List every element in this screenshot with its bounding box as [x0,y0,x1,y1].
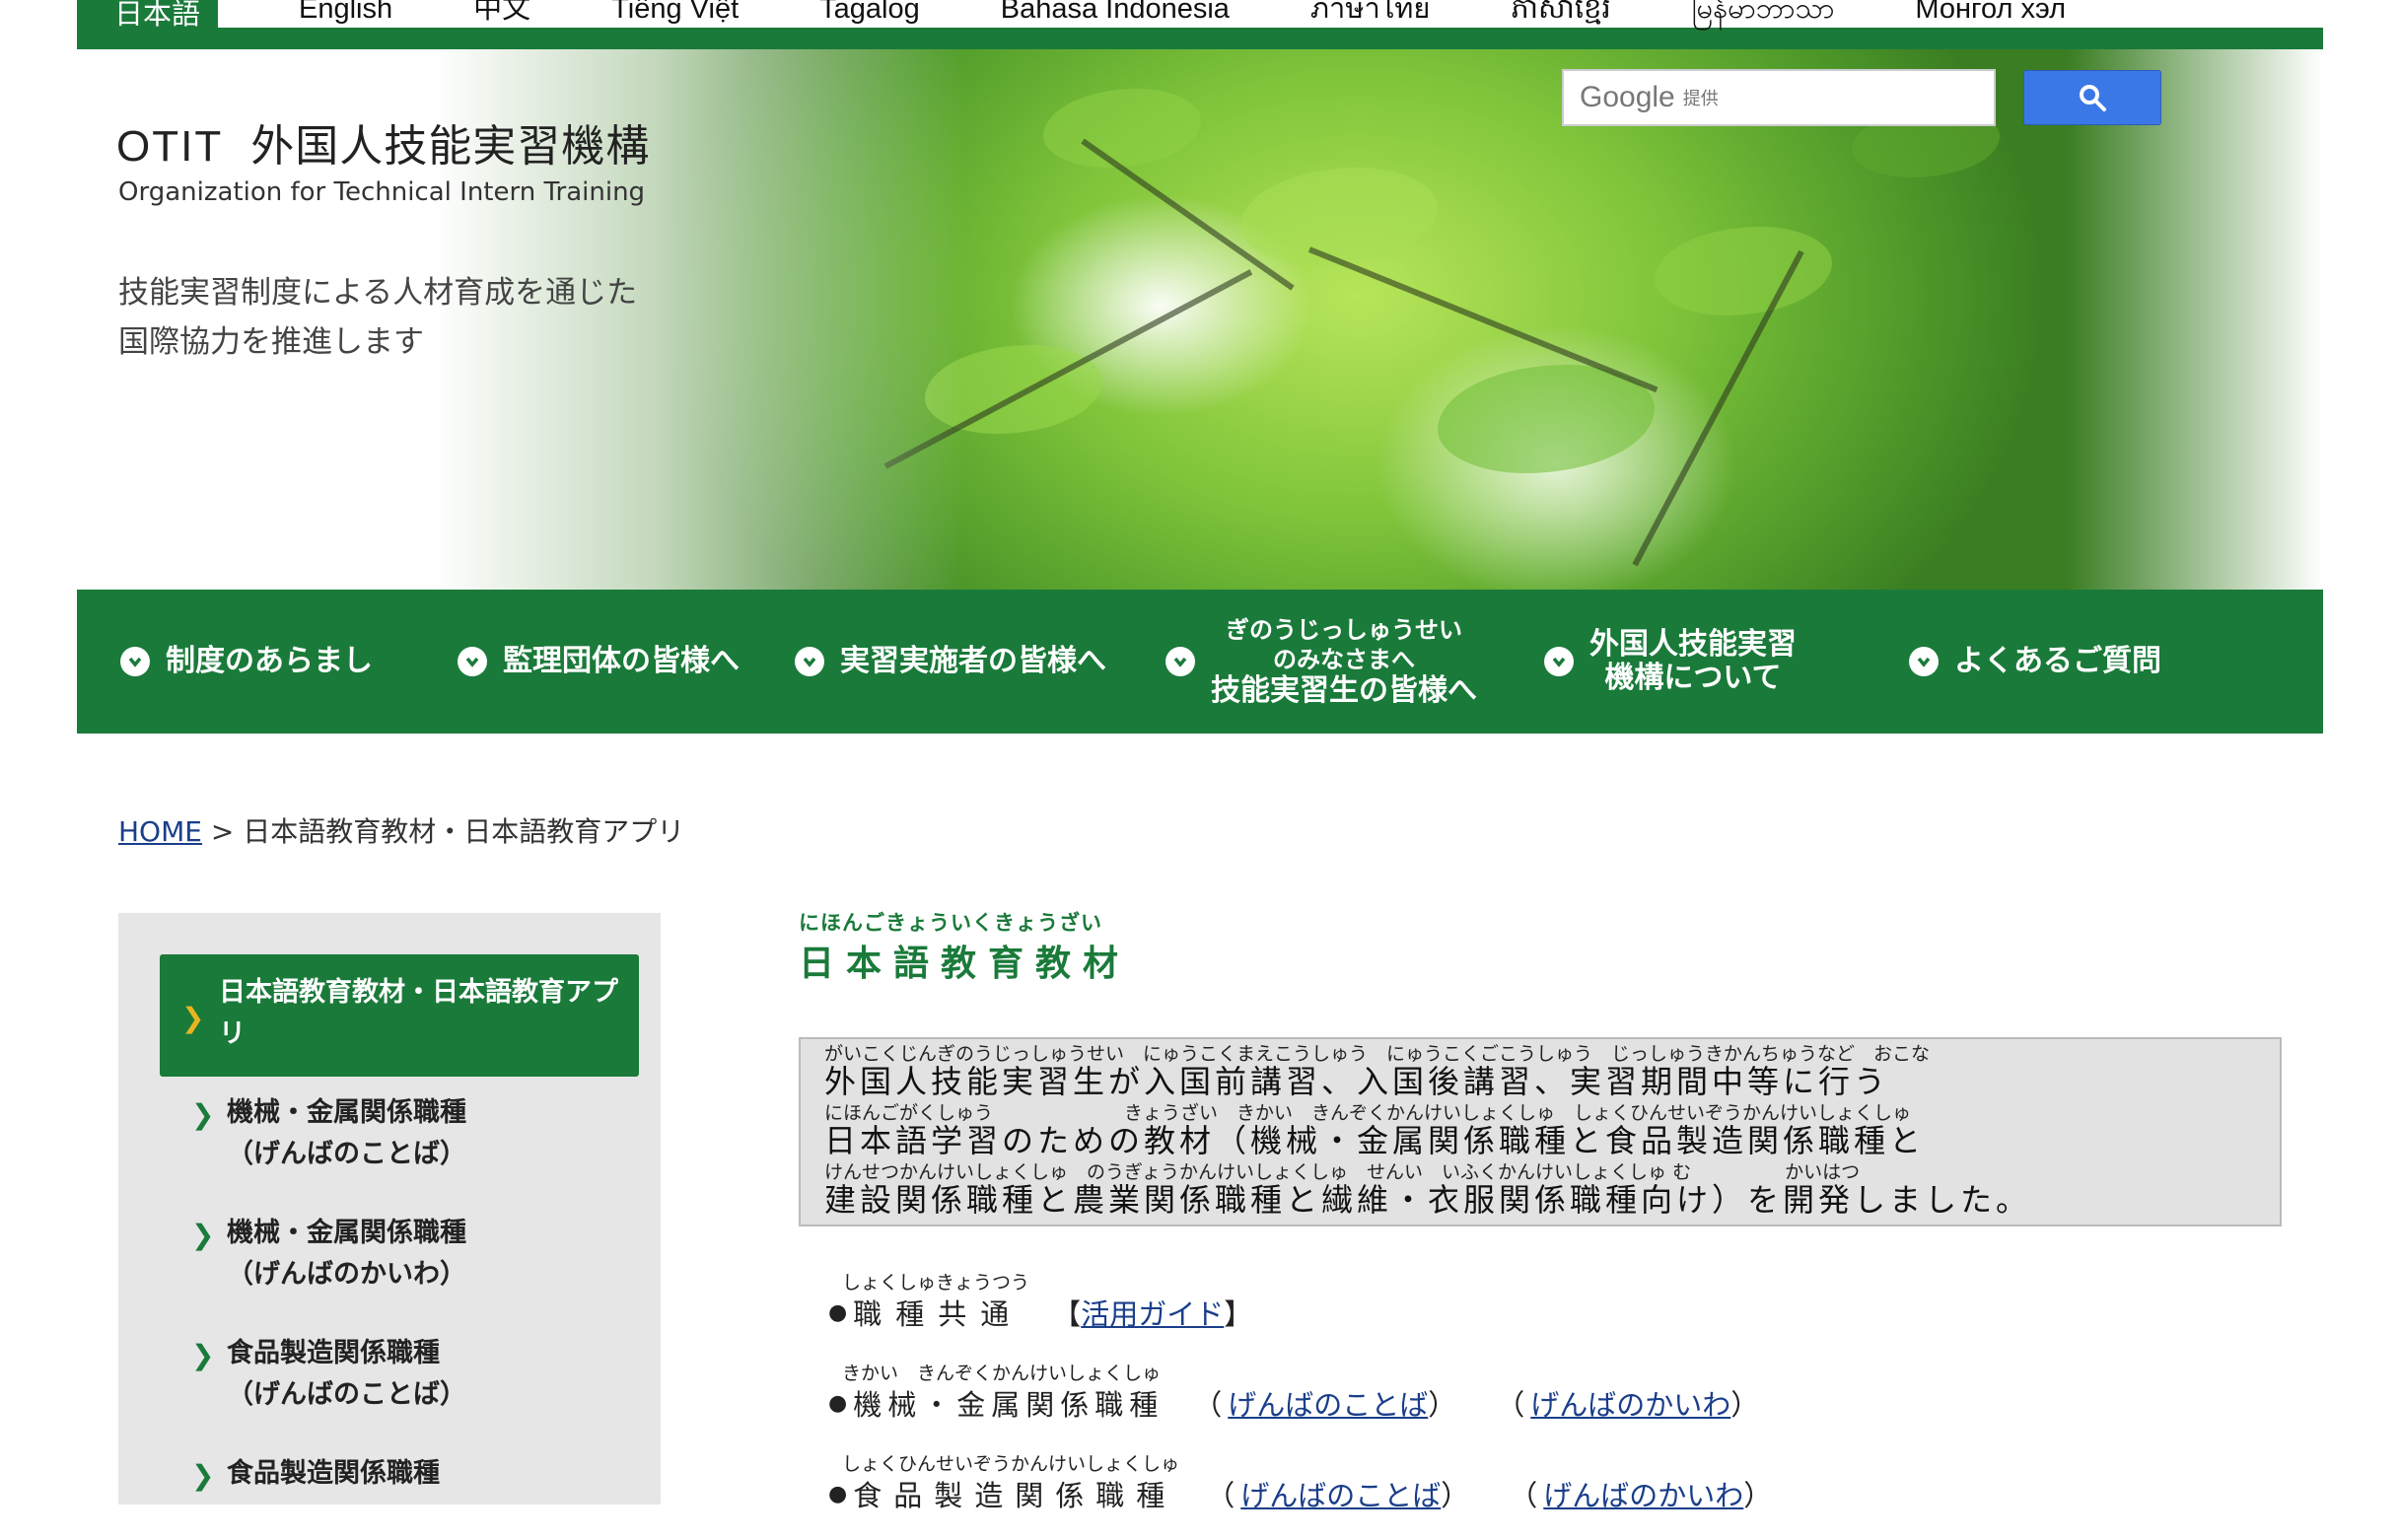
lang-japanese[interactable]: 日本語 [77,0,219,35]
sidebar-item-active[interactable]: ❯ 日本語教育教材・日本語教育アプ リ [160,954,639,1077]
chevron-right-icon: ❯ [181,1002,205,1034]
chevron-down-circle-icon [1165,647,1195,676]
lang-vietnamese[interactable]: Tiếng Việt [611,0,739,24]
nav-trainees[interactable]: ぎのうじっしゅうせい のみなさまへ 技能実習生の皆様へ [1165,590,1477,734]
site-logo[interactable]: OTIT 外国人技能実習機構 [116,110,650,174]
chevron-right-icon: ❯ [191,1219,215,1251]
nav-faq[interactable]: よくあるご質問 [1909,590,2161,734]
chevron-down-circle-icon [458,647,487,676]
chevron-down-circle-icon [120,647,150,676]
page-title-ruby: にほんごきょういくきょうざい [799,911,1102,935]
machinery-words-link[interactable]: げんばのことば [1228,1382,1428,1424]
chevron-right-icon: ❯ [191,1098,215,1131]
site-search: Google 提供 [1562,69,2161,126]
sidebar-item-food-words[interactable]: ❯ 食品製造関係職種 （げんばのことば） [191,1333,466,1416]
search-button[interactable] [2023,70,2161,125]
intro-box: がいこくじんぎのうじっしゅうせい にゅうこくまえこうしゅう にゅうこくごこうしゅ… [799,1037,2282,1226]
machinery-conversation-link[interactable]: げんばのかいわ [1530,1382,1730,1424]
breadcrumb-home-link[interactable]: HOME [118,815,202,848]
sidebar: ❯ 日本語教育教材・日本語教育アプ リ ❯ 機械・金属関係職種 （げんばのことば… [118,913,661,1505]
sidebar-item-food-conversation[interactable]: ❯ 食品製造関係職種 [191,1453,440,1495]
chevron-down-circle-icon [795,647,824,676]
logo-name: 外国人技能実習機構 [250,121,651,172]
sidebar-item-machinery-words[interactable]: ❯ 機械・金属関係職種 （げんばのことば） [191,1092,466,1175]
search-icon [2080,85,2106,111]
chevron-right-icon: ❯ [191,1339,215,1371]
food-conversation-link[interactable]: げんばのかいわ [1543,1473,1743,1514]
breadcrumb-current: 日本語教育教材・日本語教育アプリ [243,815,685,848]
header-hero: OTIT 外国人技能実習機構 Organization for Technical… [77,49,2323,592]
chevron-down-circle-icon [1909,647,1939,676]
search-input[interactable]: Google 提供 [1562,69,1996,126]
guide-link[interactable]: 活用ガイド [1081,1292,1224,1333]
lang-thai[interactable]: ภาษาไทย [1310,0,1431,24]
food-words-link[interactable]: げんばのことば [1240,1473,1441,1514]
lang-english[interactable]: English [299,0,392,24]
lang-khmer[interactable]: ភាសាខ្មែរ [1511,0,1610,24]
nav-about-otit[interactable]: 外国人技能実習 機構について [1544,590,1797,734]
nav-overview[interactable]: 制度のあらまし [120,590,373,734]
main-nav: 制度のあらまし 監理団体の皆様へ 実習実施者の皆様へ ぎのうじっしゅうせい のみ… [77,590,2323,734]
page-title: 日本語教育教材 [799,944,1131,984]
main-content: にほんごきょういくきょうざい 日本語教育教材 がいこくじんぎのうじっしゅうせい … [799,907,2317,1512]
sidebar-item-machinery-conversation[interactable]: ❯ 機械・金属関係職種 （げんばのかいわ） [191,1213,466,1295]
logo-abbr: OTIT [116,122,224,171]
lang-indonesian[interactable]: Bahasa Indonesia [1001,0,1230,24]
lang-myanmar[interactable]: မြန်မာဘာသာ [1692,0,1835,24]
chevron-down-circle-icon [1544,647,1574,676]
logo-subtitle: Organization for Technical Intern Traini… [118,177,646,207]
breadcrumb: HOME > 日本語教育教材・日本語教育アプリ [118,810,684,850]
google-brand: Google [1580,81,1675,113]
lang-chinese[interactable]: 中文 [473,0,530,24]
tagline: 技能実習制度による人材育成を通じた 国際協力を推進します [118,275,638,360]
nav-supervising-org[interactable]: 監理団体の皆様へ [458,590,740,734]
language-bar: 日本語 English 中文 Tiếng Việt Tagalog Bahasa… [77,0,2323,49]
lang-tagalog[interactable]: Tagalog [819,0,920,24]
nav-implementing-org[interactable]: 実習実施者の皆様へ [795,590,1106,734]
google-provided: 提供 [1682,89,1719,109]
lang-mongolian[interactable]: Монгол хэл [1915,0,2066,24]
chevron-right-icon: ❯ [191,1459,215,1492]
breadcrumb-separator: > [210,815,235,848]
